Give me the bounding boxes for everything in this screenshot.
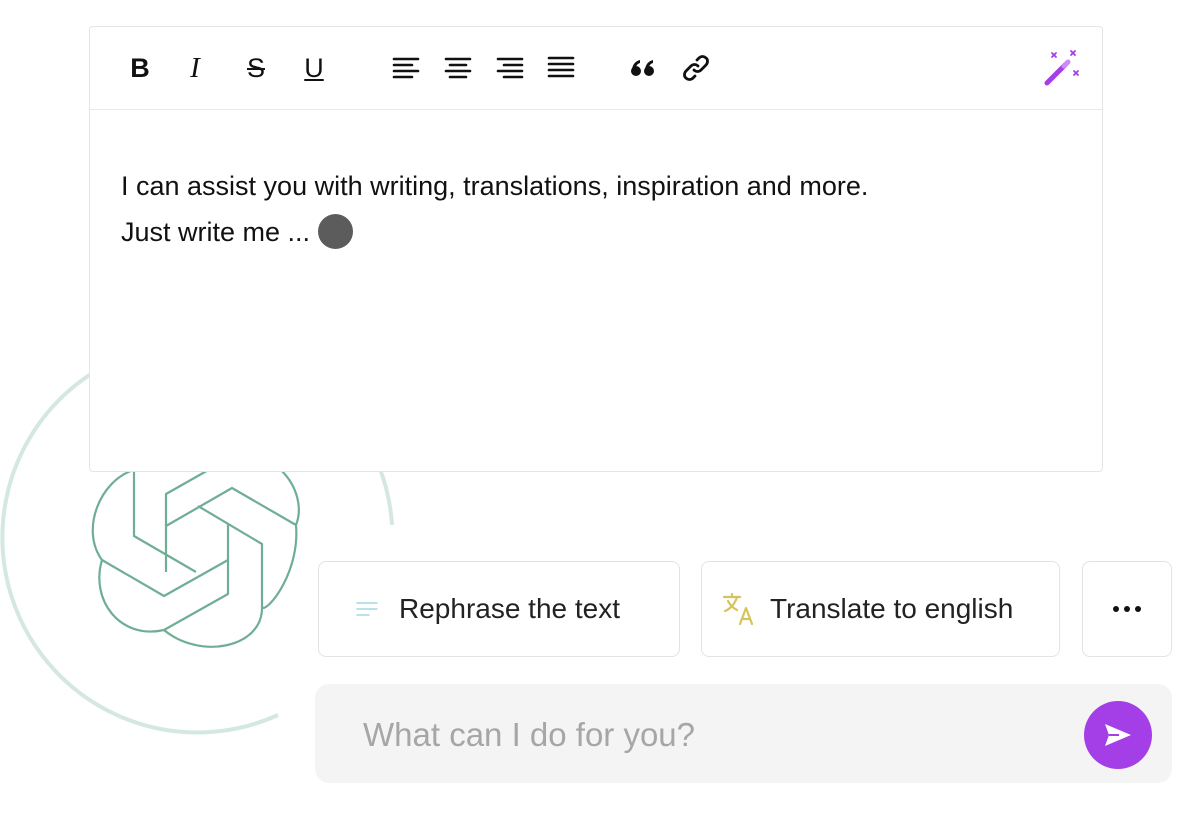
prompt-bar xyxy=(315,684,1172,785)
ai-magic-button[interactable] xyxy=(1043,49,1081,87)
align-left-button[interactable] xyxy=(387,49,425,87)
typing-indicator xyxy=(318,214,354,249)
more-dots-icon xyxy=(1113,606,1141,612)
underline-button[interactable]: U xyxy=(295,49,333,87)
align-left-icon xyxy=(392,57,420,79)
align-right-icon xyxy=(496,57,524,79)
bold-icon: B xyxy=(130,52,150,83)
translate-label: Translate to english xyxy=(770,593,1014,624)
translate-suggestion-button[interactable]: Translate to english xyxy=(701,561,1060,657)
rephrase-suggestion-button[interactable]: Rephrase the text xyxy=(318,561,680,657)
link-icon xyxy=(683,55,709,81)
bold-button[interactable]: B xyxy=(121,49,159,87)
lines-icon xyxy=(355,601,379,617)
link-button[interactable] xyxy=(677,49,715,87)
italic-button[interactable]: I xyxy=(176,49,214,87)
align-right-button[interactable] xyxy=(491,49,529,87)
align-justify-icon xyxy=(547,56,575,78)
prompt-input[interactable] xyxy=(361,684,1065,785)
align-center-icon xyxy=(444,57,472,79)
send-icon xyxy=(1105,724,1131,746)
align-justify-button[interactable] xyxy=(542,49,580,87)
editor-line-1: I can assist you with writing, translati… xyxy=(121,171,869,201)
editor-line-2: Just write me ... xyxy=(121,209,1062,255)
editor-content[interactable]: I can assist you with writing, translati… xyxy=(121,163,1062,255)
underline-icon: U xyxy=(304,52,324,83)
rephrase-label: Rephrase the text xyxy=(399,593,621,624)
italic-icon: I xyxy=(190,51,200,84)
more-options-button[interactable] xyxy=(1082,561,1172,657)
translate-icon xyxy=(722,592,756,626)
strikethrough-button[interactable]: S xyxy=(237,49,275,87)
rich-text-editor: B I S U I can assist you with writing, t… xyxy=(89,26,1103,472)
editor-toolbar: B I S U xyxy=(90,27,1102,110)
send-button[interactable] xyxy=(1084,701,1152,769)
strikethrough-icon: S xyxy=(246,52,265,83)
quote-button[interactable] xyxy=(624,49,662,87)
quote-icon xyxy=(631,60,654,76)
align-center-button[interactable] xyxy=(439,49,477,87)
editor-line-2-text: Just write me ... xyxy=(121,217,311,247)
magic-wand-icon xyxy=(1044,50,1079,86)
